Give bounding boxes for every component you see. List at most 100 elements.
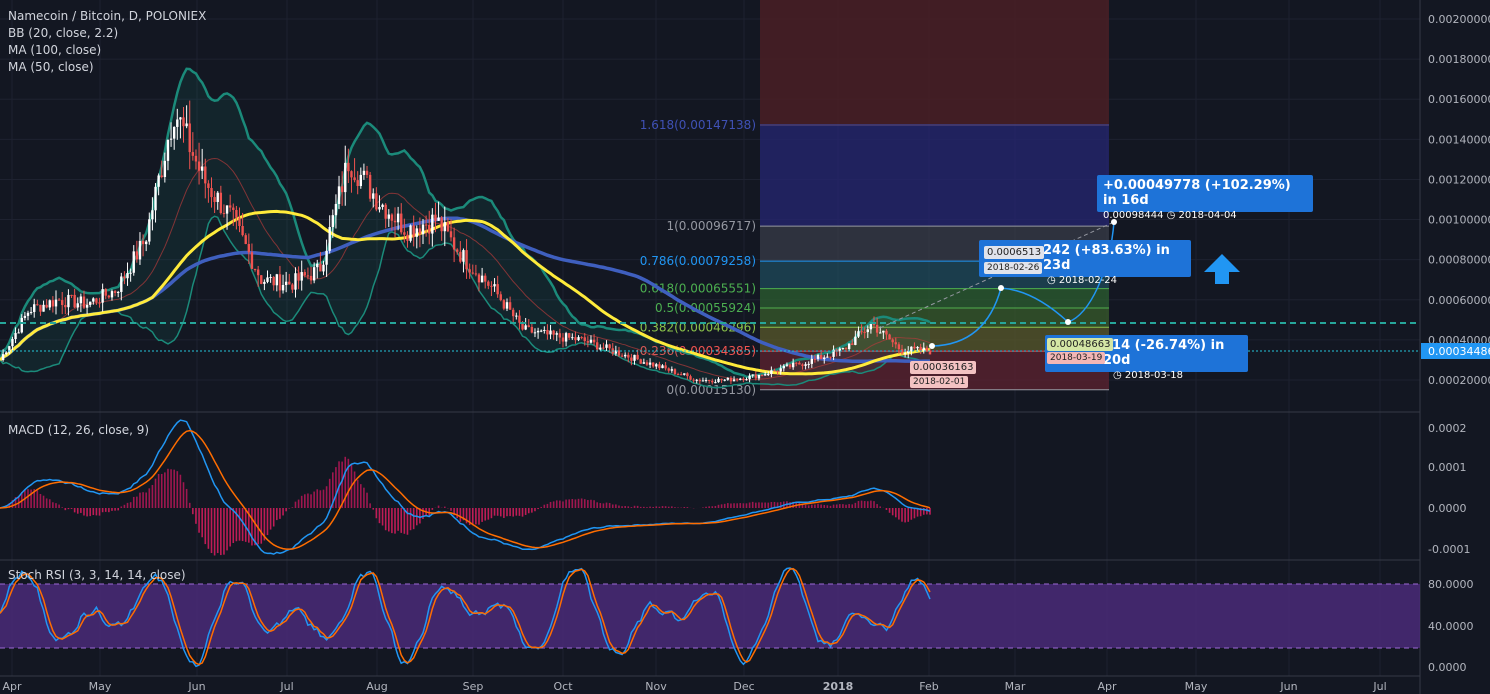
candle-body xyxy=(253,268,257,270)
candle-body xyxy=(409,225,412,241)
candle-body xyxy=(182,117,185,127)
candle-body xyxy=(14,333,17,340)
ma50-legend: MA (50, close) xyxy=(8,60,94,74)
candle-body xyxy=(418,228,422,235)
candle-body xyxy=(863,331,866,333)
candle-body xyxy=(85,304,89,308)
candle-body xyxy=(866,329,869,333)
candle-body xyxy=(732,379,736,382)
candle-body xyxy=(810,358,814,364)
candle-body xyxy=(530,326,534,333)
candle-body xyxy=(95,298,98,303)
candle-body xyxy=(141,240,145,245)
macd-tick: 0.0000 xyxy=(1428,502,1467,515)
candle-body xyxy=(471,272,474,274)
candle-body xyxy=(720,378,723,381)
candle-body xyxy=(888,334,891,340)
candle-body xyxy=(860,331,863,333)
candle-body xyxy=(20,317,23,333)
price-tick: 0.00180000 xyxy=(1428,53,1490,66)
candle-body xyxy=(169,138,173,140)
candle-body xyxy=(185,123,188,127)
time-tick: Aug xyxy=(366,680,387,693)
candle-body xyxy=(120,276,123,292)
candle-body xyxy=(751,374,754,376)
candle-body xyxy=(670,369,674,371)
candle-body xyxy=(903,353,907,355)
projection-callout-1[interactable]: +0.00049778 (+102.29%) in 16d 0.00098444… xyxy=(1097,175,1313,221)
candle-body xyxy=(512,309,515,317)
candle-body xyxy=(555,333,558,335)
candle-body xyxy=(241,225,244,236)
candle-body xyxy=(29,311,33,313)
candle-body xyxy=(356,180,359,187)
callout-2-price-tag: 0.0006513 xyxy=(984,246,1045,259)
stoch-tick: 40.0000 xyxy=(1428,620,1474,633)
callout-3-price-tag: 0.00048663 xyxy=(1047,338,1114,351)
candle-body xyxy=(365,170,369,175)
time-axis[interactable]: Apr May Jun Jul Aug Sep Oct Nov Dec 2018 Feb Mar Apr… xyxy=(2,680,1386,693)
candle-body xyxy=(636,354,639,360)
candle-body xyxy=(872,324,876,326)
candle-body xyxy=(564,333,568,342)
candle-body xyxy=(449,231,453,238)
macd-axis[interactable]: 0.0002 0.0001 0.0000 -0.0001 xyxy=(1428,422,1470,556)
candle-body xyxy=(795,362,798,364)
candle-body xyxy=(496,284,499,295)
macd-tick: -0.0001 xyxy=(1428,543,1470,556)
candle-body xyxy=(645,362,649,365)
price-axis[interactable]: 0.00200000 0.00180000 0.00160000 0.00140000… xyxy=(1428,13,1490,387)
candle-body xyxy=(431,214,434,234)
candle-body xyxy=(216,192,219,202)
candle-body xyxy=(801,364,804,366)
macd-signal-line xyxy=(0,429,931,550)
candle-body xyxy=(661,365,664,369)
candle-body xyxy=(260,275,263,284)
candle-body xyxy=(123,276,126,279)
price-tick: 0.00060000 xyxy=(1428,294,1490,307)
candle-body xyxy=(773,370,776,372)
candle-body xyxy=(179,117,182,120)
candle-body xyxy=(574,337,577,341)
candle-body xyxy=(396,213,400,223)
candle-body xyxy=(8,346,11,353)
fib-label: 1.618(0.00147138) xyxy=(640,118,756,132)
current-price-label: 0.00034486 xyxy=(1428,345,1490,358)
candle-body xyxy=(745,379,748,381)
candle-body xyxy=(580,337,583,339)
candle-body xyxy=(698,379,702,382)
candle-body xyxy=(536,330,540,333)
candle-body xyxy=(879,332,882,334)
price-tick: 0.00120000 xyxy=(1428,173,1490,186)
chart-canvas[interactable]: 1.618(0.00147138) 1(0.00096717) 0.786(0.00… xyxy=(0,0,1490,694)
candle-body xyxy=(272,277,275,286)
candle-body xyxy=(465,250,468,270)
stoch-axis[interactable]: 80.0000 40.0000 0.0000 xyxy=(1428,578,1474,674)
candle-body xyxy=(667,368,670,371)
candle-body xyxy=(676,374,680,376)
candle-body xyxy=(244,235,247,245)
candle-body xyxy=(567,333,571,338)
time-tick: Oct xyxy=(553,680,573,693)
candle-body xyxy=(247,244,251,253)
candle-body xyxy=(760,374,764,376)
fib-label: 1(0.00096717) xyxy=(666,219,756,233)
candle-body xyxy=(61,300,64,305)
candle-body xyxy=(490,285,493,287)
candle-body xyxy=(540,330,543,332)
candle-body xyxy=(844,348,848,350)
candle-body xyxy=(200,166,204,171)
fib-retracement[interactable] xyxy=(760,0,1109,390)
candle-body xyxy=(642,362,646,364)
fib-label: 0.786(0.00079258) xyxy=(640,254,756,268)
candle-body xyxy=(157,175,160,187)
candle-body xyxy=(33,304,36,312)
up-arrow-icon[interactable] xyxy=(1204,254,1240,284)
candle-body xyxy=(359,174,363,187)
candle-body xyxy=(428,224,431,234)
candle-body xyxy=(586,341,590,343)
candle-body xyxy=(518,315,521,323)
candle-body xyxy=(256,269,260,276)
candle-body xyxy=(633,354,636,361)
candle-body xyxy=(813,358,817,360)
